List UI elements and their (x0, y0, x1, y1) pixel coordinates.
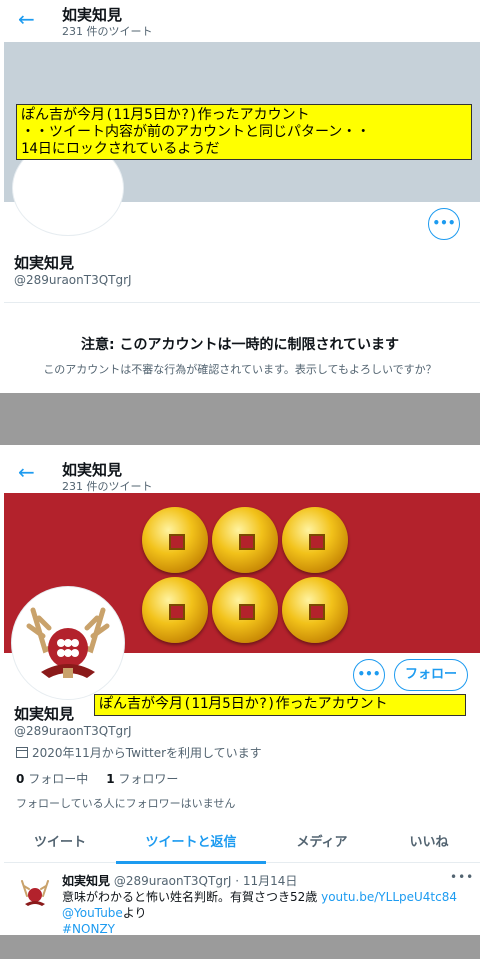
back-arrow-icon[interactable]: ← (18, 461, 40, 483)
tweet[interactable]: 如実知見 @289uraonT3QTgrJ · 11月14日 ••• 意味がわか… (4, 864, 480, 935)
profile-panel: ← 如実知見 231 件のツイート ••• フォロー 如実知見 ぽん吉が今月(1… (0, 445, 480, 935)
helmet-crest-icon (26, 607, 110, 678)
follow-button[interactable]: フォロー (394, 659, 468, 691)
tweet-count: 231 件のツイート (62, 25, 153, 38)
following-label: フォロー中 (28, 772, 89, 786)
calendar-icon (16, 747, 28, 758)
restriction-body: このアカウントは不審な行為が確認されています。表示してもよろしいですか？ (43, 363, 437, 376)
coin-icon (282, 577, 348, 643)
tweet-count: 231 件のツイート (62, 480, 153, 493)
hashtag-link[interactable]: #NONZY (62, 922, 115, 935)
tab-tweets[interactable]: ツイート (4, 823, 116, 863)
profile-header: ← 如実知見 231 件のツイート (0, 449, 480, 493)
annotation-line: ぽん吉が今月(11月5日か?)作ったアカウント (21, 107, 310, 123)
tweet-text: 意味がわかると怖い姓名判断。有賀さつき52歳 youtu.be/YLLpeU4t… (62, 889, 472, 935)
coins-image (142, 501, 352, 647)
followers-link[interactable]: 1 フォロワー (106, 772, 178, 786)
tweet-date[interactable]: · 11月14日 (235, 874, 297, 888)
back-arrow-icon[interactable]: ← (18, 8, 40, 30)
tweet-author-handle[interactable]: @289uraonT3QTgrJ (114, 874, 232, 888)
profile-handle: @289uraonT3QTgrJ (14, 724, 132, 738)
coin-icon (212, 577, 278, 643)
followers-count: 1 (106, 772, 115, 786)
mutual-followers-note: フォローしている人にフォロワーはいません (16, 797, 236, 810)
coin-icon (282, 507, 348, 573)
following-link[interactable]: 0 フォロー中 (16, 772, 88, 786)
joined-text: 2020年11月からTwitterを利用しています (32, 746, 262, 760)
header-name: 如実知見 (62, 461, 123, 479)
tab-media[interactable]: メディア (266, 823, 378, 863)
profile-name: 如実知見 (14, 705, 75, 723)
tab-tweets-and-replies[interactable]: ツイートと返信 (116, 823, 266, 864)
joined-date: 2020年11月からTwitterを利用しています (16, 744, 262, 761)
more-options-button[interactable]: ••• (428, 208, 460, 240)
profile-tabs: ツイート ツイートと返信 メディア いいね (4, 823, 480, 864)
coin-icon (142, 507, 208, 573)
tweet-avatar[interactable] (16, 874, 54, 912)
coin-icon (142, 577, 208, 643)
header-name: 如実知見 (62, 6, 123, 24)
profile-handle: @289uraonT3QTgrJ (14, 273, 132, 287)
tweet-header: 如実知見 @289uraonT3QTgrJ · 11月14日 (62, 872, 297, 889)
annotation-overlay: ぽん吉が今月(11月5日か?)作ったアカウント (94, 694, 466, 716)
via-suffix: より (122, 906, 147, 920)
restriction-title: 注意: このアカウントは一時的に制限されています (80, 337, 400, 353)
youtube-mention[interactable]: @YouTube (62, 906, 123, 920)
tweet-author-name[interactable]: 如実知見 (62, 874, 110, 888)
annotation-line: ・・ツイート内容が前のアカウントと同じパターン・・ (21, 124, 371, 140)
follow-counts: 0 フォロー中 1 フォロワー (16, 770, 178, 787)
restricted-profile-panel: ← 如実知見 231 件のツイート ぽん吉が今月(11月5日か?)作ったアカウン… (0, 0, 480, 393)
tweet-link[interactable]: youtu.be/YLLpeU4tc84 (321, 890, 457, 904)
annotation-overlay: ぽん吉が今月(11月5日か?)作ったアカウント ・・ツイート内容が前のアカウント… (16, 104, 472, 160)
avatar[interactable] (12, 587, 124, 699)
more-options-button[interactable]: ••• (353, 659, 385, 691)
followers-label: フォロワー (118, 772, 179, 786)
divider (4, 302, 480, 303)
following-count: 0 (16, 772, 25, 786)
profile-header: ← 如実知見 231 件のツイート (0, 0, 480, 42)
separator (0, 935, 480, 959)
annotation-line: 14日にロックされているようだ (21, 141, 220, 157)
coin-icon (212, 507, 278, 573)
tweet-more-icon[interactable]: ••• (450, 870, 474, 884)
tweet-body-text: 意味がわかると怖い姓名判断。有賀さつき52歳 (62, 890, 322, 904)
helmet-crest-icon (21, 880, 49, 906)
tab-likes[interactable]: いいね (378, 823, 480, 863)
profile-name: 如実知見 (14, 254, 75, 272)
separator (0, 393, 480, 445)
